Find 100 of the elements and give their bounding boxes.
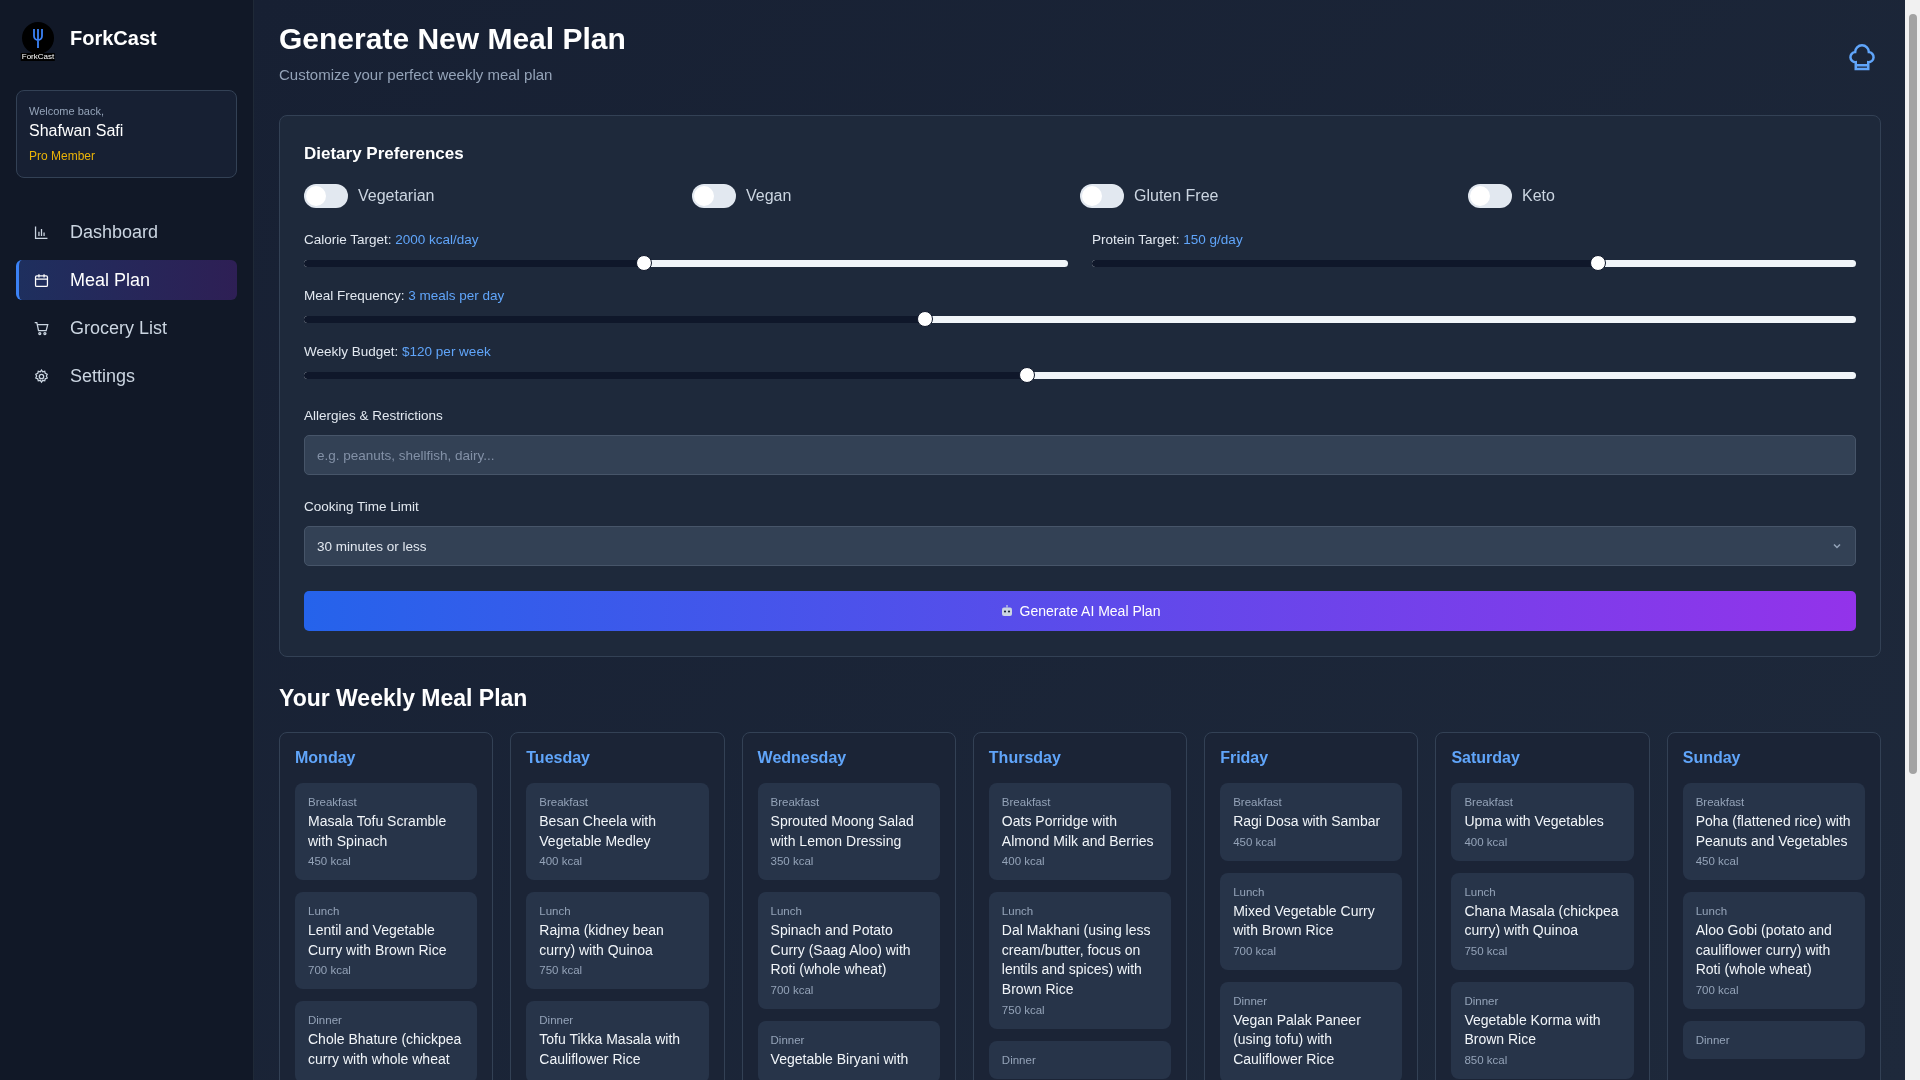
sidebar-item[interactable]: Settings [16,356,237,396]
meal-calories: 450 kcal [308,855,352,868]
meal-type: Lunch [1233,885,1266,898]
meal-type: Lunch [1464,885,1497,898]
meal-card[interactable]: Lunch Lentil and Vegetable Curry with Brown Rice 700 kcal [295,892,478,990]
toggle-switch[interactable] [692,184,736,208]
meal-name: Oats Porridge with Almond Milk and Berries [1001,812,1155,851]
meal-name: Upma with Vegetables [1464,812,1605,831]
toggle-switch[interactable] [1468,184,1512,208]
meal-calories: 700 kcal [770,983,815,996]
calendar-icon [33,271,50,289]
scrollbar-thumb[interactable] [1908,14,1917,774]
meal-type: Lunch [770,905,803,918]
generate-button[interactable]: Generate AI Meal Plan [304,591,1856,631]
day-name: Friday [1220,749,1270,767]
slider-thumb[interactable] [635,255,652,271]
sidebar-item[interactable]: Dashboard [16,212,237,252]
meal-type: Breakfast [1001,796,1052,808]
slider-track[interactable] [304,254,1068,272]
meal-calories: 350 kcal [770,855,815,868]
meal-name: Masala Tofu Scramble with Spinach [308,812,448,851]
meal-name: Spinach and Potato Curry (Saag Aloo) with Roti (whole wheat) [770,921,912,980]
meal-name: Rajma (kidney bean curry) with Quinoa [539,921,665,960]
meal-card[interactable]: Dinner [988,1040,1172,1079]
meal-card[interactable]: Lunch Dal Makhani (using less cream/butter, focus on lentils and spices) with Brown Rice 750 kcal [988,892,1172,1029]
meal-type: Breakfast [308,796,358,808]
meal-card[interactable]: Lunch Aloo Gobi (potato and cauliflower curry) with Roti (whole wheat) 700 kcal [1682,892,1865,1009]
meal-name: Tofu Tikka Masala with Cauliflower Rice [539,1030,682,1069]
meal-calories: 700 kcal [1233,944,1277,957]
meal-card[interactable]: Dinner Vegetable Korma with Brown Rice 850 kcal [1451,981,1634,1079]
toggle-label: Keto [1522,187,1555,205]
allergies-input[interactable]: e.g. peanuts, shellfish, dairy... [304,435,1856,475]
meal-type: Dinner [539,1014,575,1027]
toggle-switch[interactable] [304,184,348,208]
meal-card[interactable]: Breakfast Masala Tofu Scramble with Spinach 450 kcal [295,783,478,881]
field-label: Cooking Time Limit [304,499,420,514]
settings-icon [33,367,50,385]
meal-card[interactable]: Breakfast Upma with Vegetables 400 kcal [1451,783,1634,861]
meal-name: Besan Cheela with Vegetable Medley [539,812,658,851]
meal-type: Lunch [1695,905,1729,918]
meal-type: Lunch [539,905,572,918]
meal-card[interactable]: Lunch Spinach and Potato Curry (Saag Aloo) with Roti (whole wheat) 700 kcal [757,892,940,1009]
meal-type: Breakfast [1464,796,1514,808]
day-name: Tuesday [526,749,591,767]
meal-card[interactable]: Lunch Rajma (kidney bean curry) with Quinoa 750 kcal [526,892,709,990]
meal-type: Dinner [1695,1033,1731,1046]
welcome-text: Welcome back, [29,105,105,117]
slider-thumb[interactable] [1019,367,1036,383]
cart-icon [33,319,50,337]
membership-label: Pro Member [29,149,97,163]
toggle-switch[interactable] [1080,184,1124,208]
meal-calories: 700 kcal [308,964,352,977]
field-label: Allergies & Restrictions [304,408,444,423]
day-name: Sunday [1682,749,1742,767]
meal-card[interactable]: Breakfast Sprouted Moong Salad with Lemon Dressing 350 kcal [757,783,940,881]
slider-track[interactable] [304,310,1856,328]
slider-track[interactable] [1092,254,1856,272]
scrollbar[interactable] [1905,0,1920,1080]
meal-type: Lunch [308,905,341,918]
meal-type: Lunch [1001,905,1035,918]
meal-card[interactable]: Dinner Chole Bhature (chickpea curry with whole wheat [295,1001,478,1080]
day-name: Thursday [988,749,1062,767]
meal-card[interactable]: Breakfast Ragi Dosa with Sambar 450 kcal [1220,783,1403,861]
meal-name: Poha (flattened rice) with Peanuts and Vegetables [1695,812,1852,851]
toggle-label: Vegan [746,187,792,205]
slider-thumb[interactable] [916,311,933,327]
meal-card[interactable]: Breakfast Poha (flattened rice) with Peanuts and Vegetables 450 kcal [1682,783,1865,881]
meal-card[interactable]: Dinner Vegan Palak Paneer (using tofu) with Cauliflower Rice [1220,981,1403,1080]
meal-name: Sprouted Moong Salad with Lemon Dressing [770,812,915,851]
meal-name: Vegetable Biryani with [770,1049,910,1069]
slider-label: Weekly Budget: $120 per week [304,344,492,359]
meal-card[interactable]: Breakfast Oats Porridge with Almond Milk and Berries 400 kcal [988,783,1172,881]
slider-label: Protein Target: 150 g/day [1092,232,1244,247]
meal-card[interactable]: Dinner [1682,1020,1865,1059]
meal-card[interactable]: Lunch Chana Masala (chickpea curry) with Quinoa 750 kcal [1451,872,1634,970]
slider-label: Meal Frequency: 3 meals per day [304,288,506,303]
meal-type: Dinner [1464,994,1500,1007]
meal-card[interactable]: Dinner Tofu Tikka Masala with Cauliflower Rice [526,1001,709,1080]
cooking-time-select[interactable]: 30 minutes or less [304,526,1856,566]
slider-thumb[interactable] [1589,255,1606,271]
meal-type: Dinner [308,1014,343,1027]
meal-calories: 700 kcal [1695,983,1740,996]
meal-name: Ragi Dosa with Sambar [1233,812,1382,831]
meal-name: Mixed Vegetable Curry with Brown Rice [1233,901,1376,941]
sidebar-item[interactable]: Meal Plan [16,260,237,300]
meal-card[interactable]: Dinner Vegetable Biryani with [757,1020,940,1080]
sidebar-item[interactable]: Grocery List [16,308,237,348]
brand-name: ForkCast [70,26,157,50]
section-title: Your Weekly Meal Plan [279,685,529,712]
meal-card[interactable]: Lunch Mixed Vegetable Curry with Brown Rice 700 kcal [1220,872,1403,970]
day-name: Wednesday [757,749,848,767]
meal-type: Dinner [770,1033,806,1046]
meal-name: Aloo Gobi (potato and cauliflower curry) with Roti (whole wheat) [1695,921,1833,980]
meal-calories: 400 kcal [1464,835,1509,848]
day-name: Monday [295,749,357,767]
slider-track[interactable] [304,366,1856,384]
meal-calories: 450 kcal [1233,835,1277,848]
meal-card[interactable]: Breakfast Besan Cheela with Vegetable Medley 400 kcal [526,783,709,881]
meal-type: Breakfast [539,796,589,808]
meal-name: Chole Bhature (chickpea curry with whole wheat [308,1030,463,1069]
